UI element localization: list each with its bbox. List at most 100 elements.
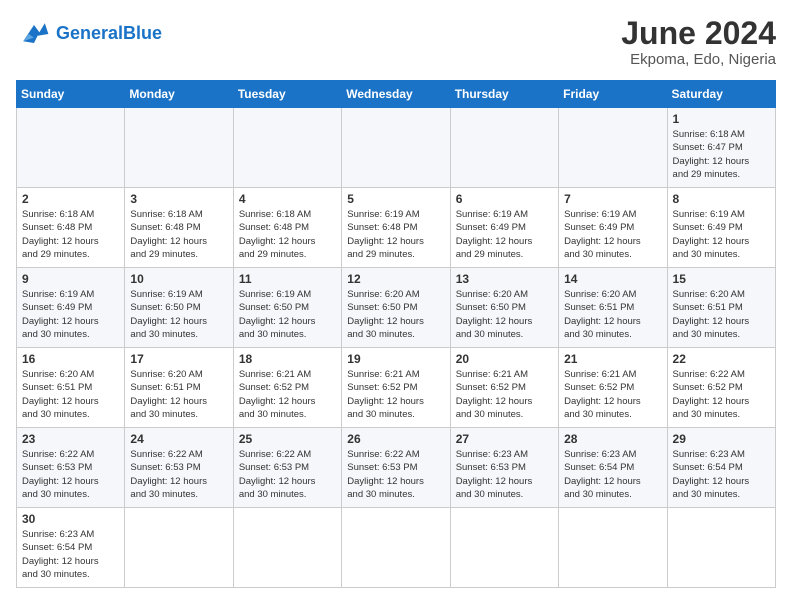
weekday-header-thursday: Thursday bbox=[450, 81, 558, 108]
week-row-1: 1 Sunrise: 6:18 AM Sunset: 6:47 PM Daylig… bbox=[17, 108, 776, 188]
day-info: Sunrise: 6:23 AM Sunset: 6:54 PM Dayligh… bbox=[564, 448, 661, 501]
day-info: Sunrise: 6:22 AM Sunset: 6:53 PM Dayligh… bbox=[239, 448, 336, 501]
day-info: Sunrise: 6:23 AM Sunset: 6:54 PM Dayligh… bbox=[22, 528, 119, 581]
day-cell: 15 Sunrise: 6:20 AM Sunset: 6:51 PM Dayli… bbox=[667, 268, 775, 348]
day-cell: 29 Sunrise: 6:23 AM Sunset: 6:54 PM Dayli… bbox=[667, 428, 775, 508]
day-number: 6 bbox=[456, 192, 553, 206]
day-info: Sunrise: 6:20 AM Sunset: 6:51 PM Dayligh… bbox=[564, 288, 661, 341]
day-info: Sunrise: 6:22 AM Sunset: 6:53 PM Dayligh… bbox=[22, 448, 119, 501]
day-number: 17 bbox=[130, 352, 227, 366]
day-cell: 14 Sunrise: 6:20 AM Sunset: 6:51 PM Dayli… bbox=[559, 268, 667, 348]
day-number: 30 bbox=[22, 512, 119, 526]
week-row-2: 2 Sunrise: 6:18 AM Sunset: 6:48 PM Daylig… bbox=[17, 188, 776, 268]
day-cell: 25 Sunrise: 6:22 AM Sunset: 6:53 PM Dayli… bbox=[233, 428, 341, 508]
day-number: 26 bbox=[347, 432, 444, 446]
day-cell: 23 Sunrise: 6:22 AM Sunset: 6:53 PM Dayli… bbox=[17, 428, 125, 508]
day-info: Sunrise: 6:21 AM Sunset: 6:52 PM Dayligh… bbox=[347, 368, 444, 421]
day-cell bbox=[559, 508, 667, 588]
day-cell bbox=[342, 108, 450, 188]
day-cell bbox=[233, 108, 341, 188]
day-info: Sunrise: 6:19 AM Sunset: 6:49 PM Dayligh… bbox=[673, 208, 770, 261]
day-info: Sunrise: 6:20 AM Sunset: 6:51 PM Dayligh… bbox=[22, 368, 119, 421]
day-number: 3 bbox=[130, 192, 227, 206]
day-number: 9 bbox=[22, 272, 119, 286]
day-cell: 28 Sunrise: 6:23 AM Sunset: 6:54 PM Dayli… bbox=[559, 428, 667, 508]
day-info: Sunrise: 6:23 AM Sunset: 6:53 PM Dayligh… bbox=[456, 448, 553, 501]
day-number: 4 bbox=[239, 192, 336, 206]
day-cell: 18 Sunrise: 6:21 AM Sunset: 6:52 PM Dayli… bbox=[233, 348, 341, 428]
day-number: 7 bbox=[564, 192, 661, 206]
day-cell bbox=[125, 508, 233, 588]
day-cell: 12Sunrise: 6:20 AM Sunset: 6:50 PM Dayli… bbox=[342, 268, 450, 348]
day-cell: 1 Sunrise: 6:18 AM Sunset: 6:47 PM Daylig… bbox=[667, 108, 775, 188]
weekday-header-sunday: Sunday bbox=[17, 81, 125, 108]
day-number: 14 bbox=[564, 272, 661, 286]
day-number: 16 bbox=[22, 352, 119, 366]
day-number: 21 bbox=[564, 352, 661, 366]
day-cell: 26 Sunrise: 6:22 AM Sunset: 6:53 PM Dayli… bbox=[342, 428, 450, 508]
day-info: Sunrise: 6:23 AM Sunset: 6:54 PM Dayligh… bbox=[673, 448, 770, 501]
logo-text: GeneralBlue bbox=[56, 24, 162, 44]
day-cell: 10 Sunrise: 6:19 AM Sunset: 6:50 PM Dayli… bbox=[125, 268, 233, 348]
day-cell: 16 Sunrise: 6:20 AM Sunset: 6:51 PM Dayli… bbox=[17, 348, 125, 428]
day-info: Sunrise: 6:18 AM Sunset: 6:48 PM Dayligh… bbox=[130, 208, 227, 261]
weekday-header-monday: Monday bbox=[125, 81, 233, 108]
day-info: Sunrise: 6:21 AM Sunset: 6:52 PM Dayligh… bbox=[456, 368, 553, 421]
day-number: 29 bbox=[673, 432, 770, 446]
day-info: Sunrise: 6:18 AM Sunset: 6:48 PM Dayligh… bbox=[22, 208, 119, 261]
day-number: 24 bbox=[130, 432, 227, 446]
day-cell: 2 Sunrise: 6:18 AM Sunset: 6:48 PM Daylig… bbox=[17, 188, 125, 268]
day-number: 8 bbox=[673, 192, 770, 206]
day-number: 15 bbox=[673, 272, 770, 286]
day-cell bbox=[125, 108, 233, 188]
day-number: 20 bbox=[456, 352, 553, 366]
day-info: Sunrise: 6:19 AM Sunset: 6:49 PM Dayligh… bbox=[22, 288, 119, 341]
day-info: Sunrise: 6:22 AM Sunset: 6:52 PM Dayligh… bbox=[673, 368, 770, 421]
weekday-header-tuesday: Tuesday bbox=[233, 81, 341, 108]
day-cell: 21 Sunrise: 6:21 AM Sunset: 6:52 PM Dayli… bbox=[559, 348, 667, 428]
day-cell: 22 Sunrise: 6:22 AM Sunset: 6:52 PM Dayli… bbox=[667, 348, 775, 428]
day-number: 22 bbox=[673, 352, 770, 366]
day-number: 13 bbox=[456, 272, 553, 286]
weekday-row: SundayMondayTuesdayWednesdayThursdayFrid… bbox=[17, 81, 776, 108]
weekday-header-friday: Friday bbox=[559, 81, 667, 108]
day-info: Sunrise: 6:19 AM Sunset: 6:49 PM Dayligh… bbox=[456, 208, 553, 261]
day-number: 18 bbox=[239, 352, 336, 366]
day-cell: 5Sunrise: 6:19 AM Sunset: 6:48 PM Daylig… bbox=[342, 188, 450, 268]
day-cell: 8 Sunrise: 6:19 AM Sunset: 6:49 PM Daylig… bbox=[667, 188, 775, 268]
day-cell: 24Sunrise: 6:22 AM Sunset: 6:53 PM Dayli… bbox=[125, 428, 233, 508]
day-number: 25 bbox=[239, 432, 336, 446]
day-info: Sunrise: 6:19 AM Sunset: 6:50 PM Dayligh… bbox=[130, 288, 227, 341]
day-cell: 13 Sunrise: 6:20 AM Sunset: 6:50 PM Dayli… bbox=[450, 268, 558, 348]
day-cell: 17Sunrise: 6:20 AM Sunset: 6:51 PM Dayli… bbox=[125, 348, 233, 428]
day-info: Sunrise: 6:20 AM Sunset: 6:51 PM Dayligh… bbox=[673, 288, 770, 341]
day-info: Sunrise: 6:19 AM Sunset: 6:50 PM Dayligh… bbox=[239, 288, 336, 341]
day-info: Sunrise: 6:22 AM Sunset: 6:53 PM Dayligh… bbox=[347, 448, 444, 501]
day-cell bbox=[450, 108, 558, 188]
day-cell bbox=[559, 108, 667, 188]
day-cell bbox=[450, 508, 558, 588]
day-info: Sunrise: 6:20 AM Sunset: 6:50 PM Dayligh… bbox=[456, 288, 553, 341]
weekday-header-wednesday: Wednesday bbox=[342, 81, 450, 108]
day-number: 10 bbox=[130, 272, 227, 286]
day-info: Sunrise: 6:18 AM Sunset: 6:47 PM Dayligh… bbox=[673, 128, 770, 181]
calendar-subtitle: Ekpoma, Edo, Nigeria bbox=[621, 51, 776, 68]
day-info: Sunrise: 6:21 AM Sunset: 6:52 PM Dayligh… bbox=[564, 368, 661, 421]
day-info: Sunrise: 6:18 AM Sunset: 6:48 PM Dayligh… bbox=[239, 208, 336, 261]
day-info: Sunrise: 6:19 AM Sunset: 6:49 PM Dayligh… bbox=[564, 208, 661, 261]
day-number: 1 bbox=[673, 112, 770, 126]
day-number: 28 bbox=[564, 432, 661, 446]
day-info: Sunrise: 6:20 AM Sunset: 6:50 PM Dayligh… bbox=[347, 288, 444, 341]
calendar-body: 1 Sunrise: 6:18 AM Sunset: 6:47 PM Daylig… bbox=[17, 108, 776, 588]
calendar-table: SundayMondayTuesdayWednesdayThursdayFrid… bbox=[16, 80, 776, 588]
day-number: 2 bbox=[22, 192, 119, 206]
day-number: 23 bbox=[22, 432, 119, 446]
day-number: 11 bbox=[239, 272, 336, 286]
day-cell: 7 Sunrise: 6:19 AM Sunset: 6:49 PM Daylig… bbox=[559, 188, 667, 268]
day-cell: 11 Sunrise: 6:19 AM Sunset: 6:50 PM Dayli… bbox=[233, 268, 341, 348]
day-number: 19 bbox=[347, 352, 444, 366]
day-number: 27 bbox=[456, 432, 553, 446]
day-info: Sunrise: 6:21 AM Sunset: 6:52 PM Dayligh… bbox=[239, 368, 336, 421]
day-cell: 9 Sunrise: 6:19 AM Sunset: 6:49 PM Daylig… bbox=[17, 268, 125, 348]
week-row-4: 16 Sunrise: 6:20 AM Sunset: 6:51 PM Dayli… bbox=[17, 348, 776, 428]
